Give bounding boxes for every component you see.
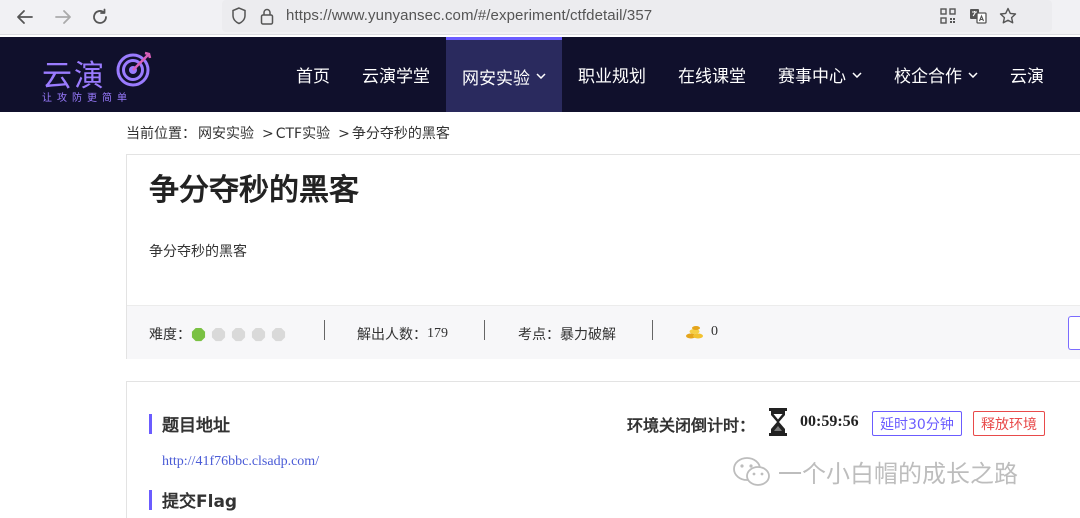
section-bar [149, 413, 152, 434]
address-bar[interactable]: https://www.yunyansec.com/#/experiment/c… [222, 0, 1052, 32]
difficulty-rating [191, 327, 291, 342]
difficulty: 难度： [149, 324, 291, 344]
watermark: 一个小白帽的成长之路 [732, 454, 1018, 489]
nav-item-more[interactable]: 云演 [994, 37, 1060, 112]
translate-icon[interactable] [968, 6, 988, 26]
breadcrumb-item-ctf[interactable]: CTF实验 [276, 126, 330, 142]
solved-value: 179 [427, 326, 448, 341]
browser-toolbar: https://www.yunyansec.com/#/experiment/c… [0, 0, 1080, 35]
target-icon [116, 51, 152, 87]
challenge-info-bar: 难度： 解出人数： 179 考点： 暴力破解 0 [127, 305, 1080, 359]
nav-label: 赛事中心 [778, 67, 846, 87]
challenge-card: 争分夺秒的黑客 争分夺秒的黑客 难度： 解出人数： 179 考点： 暴力破解 0 [126, 154, 1080, 359]
challenge-title: 争分夺秒的黑客 [149, 173, 359, 208]
chevron-down-icon [968, 71, 978, 78]
breadcrumb-separator: > [338, 126, 350, 142]
nav-item-home[interactable]: 首页 [280, 37, 346, 112]
star-icon[interactable] [998, 6, 1018, 26]
solved-label: 解出人数： [357, 327, 427, 343]
forward-icon[interactable] [50, 5, 76, 29]
difficulty-hex-empty [211, 327, 226, 341]
environment-card: 题目地址 http://41f76bbc.clsadp.com/ 提交Flag … [126, 381, 1080, 518]
main-nav: 首页 云演学堂 网安实验 职业规划 在线课堂 赛事中心 校企合作 云演 [280, 37, 1060, 112]
divider [652, 320, 653, 340]
target-url-link[interactable]: http://41f76bbc.clsadp.com/ [162, 454, 319, 470]
back-icon[interactable] [12, 5, 38, 29]
release-button[interactable]: 释放环境 [973, 411, 1045, 436]
section-title: 题目地址 [162, 416, 230, 436]
topic: 考点： 暴力破解 [518, 324, 616, 344]
site-logo[interactable]: 云演 让攻防更简单 [42, 45, 162, 105]
coins-value: 0 [711, 324, 718, 339]
coins-icon [685, 325, 705, 339]
divider [484, 320, 485, 340]
difficulty-label: 难度： [149, 327, 191, 343]
wechat-icon [733, 456, 770, 486]
reload-icon[interactable] [87, 5, 113, 29]
url-text[interactable]: https://www.yunyansec.com/#/experiment/c… [286, 7, 652, 24]
nav-item-cooperation[interactable]: 校企合作 [878, 37, 994, 112]
section-submit-flag: 提交Flag [149, 487, 237, 512]
difficulty-hex-empty [271, 327, 286, 341]
nav-label: 职业规划 [578, 67, 646, 87]
nav-label: 云演学堂 [362, 67, 430, 87]
extend-button[interactable]: 延时30分钟 [872, 411, 962, 436]
breadcrumb-item-current: 争分夺秒的黑客 [351, 126, 450, 142]
chevron-down-icon [852, 71, 862, 78]
chevron-down-icon [536, 73, 546, 79]
nav-item-online-class[interactable]: 在线课堂 [662, 37, 762, 112]
action-button[interactable] [1068, 316, 1080, 350]
watermark-text: 一个小白帽的成长之路 [778, 460, 1018, 488]
nav-item-career[interactable]: 职业规划 [562, 37, 662, 112]
breadcrumb-separator: > [262, 126, 274, 142]
site-header: 云演 让攻防更简单 首页 云演学堂 网安实验 职业规划 在线课堂 赛事中心 校企… [0, 37, 1080, 112]
topic-value: 暴力破解 [560, 327, 616, 343]
shield-icon[interactable] [230, 7, 248, 25]
challenge-description: 争分夺秒的黑客 [149, 244, 247, 260]
nav-label: 首页 [296, 67, 330, 87]
nav-item-academy[interactable]: 云演学堂 [346, 37, 446, 112]
coins: 0 [685, 324, 718, 340]
nav-label: 校企合作 [894, 67, 962, 87]
difficulty-hex-filled [191, 327, 206, 341]
section-title: 提交Flag [162, 492, 238, 512]
nav-label: 网安实验 [462, 68, 530, 89]
timer-value: 00:59:56 [800, 413, 859, 430]
nav-label: 在线课堂 [678, 67, 746, 87]
hourglass-icon [769, 408, 787, 436]
nav-label: 云演 [1010, 67, 1044, 87]
qr-code-icon[interactable] [938, 6, 958, 26]
breadcrumb-prefix: 当前位置： [126, 126, 196, 142]
logo-slogan: 让攻防更简单 [42, 93, 132, 104]
difficulty-hex-empty [231, 327, 246, 341]
divider [324, 320, 325, 340]
lock-icon[interactable] [258, 7, 276, 25]
difficulty-hex-empty [251, 327, 266, 341]
nav-item-labs[interactable]: 网安实验 [446, 37, 562, 112]
section-target-address: 题目地址 [149, 411, 230, 436]
timer-label: 环境关闭倒计时： [627, 416, 756, 435]
topic-label: 考点： [518, 327, 560, 343]
nav-item-events[interactable]: 赛事中心 [762, 37, 878, 112]
solved-count: 解出人数： 179 [357, 324, 448, 344]
breadcrumb-item-labs[interactable]: 网安实验 [198, 126, 254, 142]
breadcrumb: 当前位置： 网安实验 > CTF实验 > 争分夺秒的黑客 [126, 123, 452, 143]
section-bar [149, 489, 152, 510]
